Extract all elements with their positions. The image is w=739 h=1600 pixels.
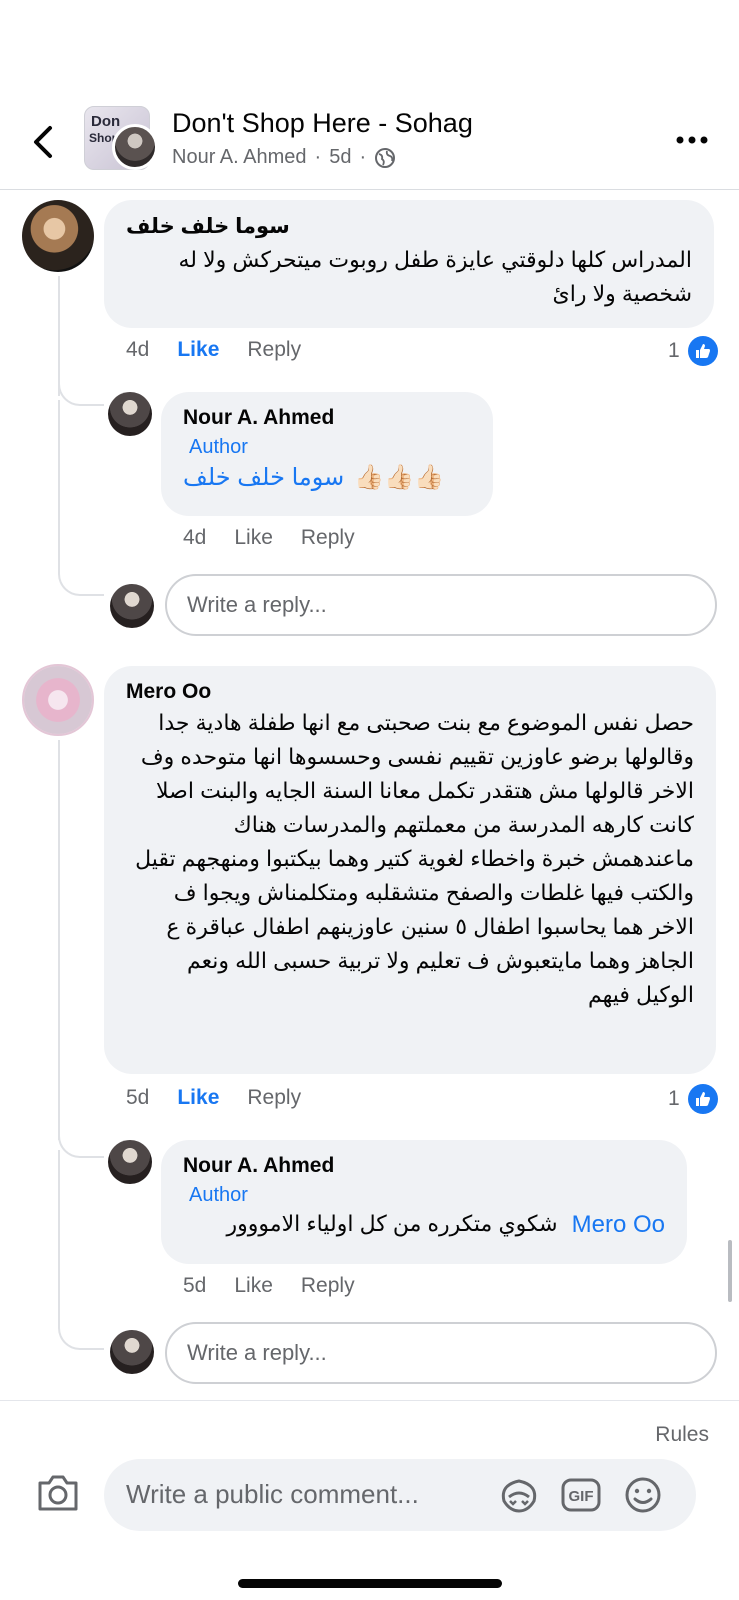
like-button[interactable]: Like <box>234 526 273 550</box>
mention-link[interactable]: سوما خلف خلف <box>183 463 344 492</box>
reply-author[interactable]: Nour A. Ahmed <box>183 1154 665 1178</box>
comment-time: 4d <box>126 338 150 361</box>
reaction-count[interactable]: 1 <box>668 1084 718 1114</box>
post-header: Don Shop Don't Shop Here - Sohag Nour A.… <box>0 0 739 190</box>
gif-label: GIF <box>569 1488 594 1505</box>
like-button[interactable]: Like <box>234 1274 273 1298</box>
reply-text: سوما خلف خلف 👍🏻👍🏻👍🏻 <box>183 463 471 492</box>
reply-actions: 5d Like Reply <box>183 1274 383 1298</box>
reply-button[interactable]: Reply <box>247 338 301 362</box>
thread-connector <box>58 560 104 596</box>
thread-connector <box>58 1110 104 1158</box>
reply-emoji: 👍🏻👍🏻👍🏻 <box>354 464 444 491</box>
back-chevron-icon[interactable] <box>28 122 58 162</box>
reply-text: Mero Oo شكوي متكرره من كل اولياء الامووو… <box>183 1211 665 1239</box>
current-user-avatar <box>110 584 154 628</box>
author-badge: Author <box>189 436 248 458</box>
commenter-avatar[interactable] <box>22 200 94 272</box>
reply-button[interactable]: Reply <box>247 1086 301 1110</box>
post-time: 5d <box>329 146 352 168</box>
globe-icon <box>375 147 396 168</box>
reply-author[interactable]: Nour A. Ahmed <box>183 406 471 430</box>
comment-text: حصل نفس الموضوع مع بنت صحبتى مع انها طفل… <box>135 710 694 1007</box>
comment-time: 5d <box>126 1086 150 1109</box>
like-reaction-icon <box>687 1084 718 1114</box>
comment-author[interactable]: سوما خلف خلف <box>126 214 692 239</box>
reply-avatar[interactable] <box>108 392 152 436</box>
scrollbar[interactable] <box>728 1240 732 1302</box>
reply-time: 4d <box>183 526 207 549</box>
reply-button[interactable]: Reply <box>301 526 355 550</box>
post-meta: Nour A. Ahmed · 5d · <box>172 146 396 169</box>
thread-line <box>58 400 60 570</box>
emoji-icon[interactable] <box>622 1475 664 1515</box>
comment-bubble[interactable]: Mero Oo حصل نفس الموضوع مع بنت صحبتى مع … <box>104 666 716 1074</box>
reply-bubble[interactable]: Nour A. Ahmed Author Mero Oo شكوي متكرره… <box>161 1140 687 1264</box>
comment-bubble[interactable]: سوما خلف خلف المدراس كلها دلوقتي عايزة ط… <box>104 200 714 328</box>
separator-dot: · <box>314 146 322 168</box>
poster-name[interactable]: Nour A. Ahmed <box>172 146 307 169</box>
write-reply-input[interactable]: Write a reply... <box>165 574 717 636</box>
reaction-number: 1 <box>668 1087 680 1110</box>
more-icon[interactable] <box>675 130 709 150</box>
thread-connector <box>58 360 104 406</box>
comment-actions: 5d Like Reply <box>126 1086 329 1110</box>
thread-connector <box>58 1310 104 1350</box>
reply-bubble[interactable]: Nour A. Ahmed Author سوما خلف خلف 👍🏻👍🏻👍🏻 <box>161 392 493 516</box>
thumb-text: Don <box>91 113 121 130</box>
comment-input[interactable]: Write a public comment... GIF <box>104 1459 696 1531</box>
like-button[interactable]: Like <box>177 1086 219 1110</box>
group-title[interactable]: Don't Shop Here - Sohag <box>172 108 473 139</box>
rules-link[interactable]: Rules <box>655 1423 709 1447</box>
mention-link[interactable]: Mero Oo <box>572 1211 665 1239</box>
separator-dot: · <box>359 146 367 168</box>
reply-time: 5d <box>183 1274 207 1297</box>
like-reaction-icon <box>687 336 718 366</box>
reply-button[interactable]: Reply <box>301 1274 355 1298</box>
current-user-avatar <box>110 1330 154 1374</box>
avatar-sticker-icon[interactable] <box>498 1475 540 1515</box>
gif-icon[interactable]: GIF <box>560 1475 602 1515</box>
comment-placeholder: Write a public comment... <box>126 1479 419 1509</box>
comment-text: المدراس كلها دلوقتي عايزة طفل روبوت ميتح… <box>178 247 693 306</box>
thread-line <box>58 1150 60 1320</box>
reply-body: شكوي متكرره من كل اولياء الامووور <box>226 1211 558 1236</box>
write-reply-input[interactable]: Write a reply... <box>165 1322 717 1384</box>
thread-line <box>58 740 60 1140</box>
commenter-avatar[interactable] <box>22 664 94 736</box>
reaction-number: 1 <box>668 339 680 362</box>
author-badge: Author <box>189 1184 248 1206</box>
home-indicator <box>238 1579 502 1588</box>
comment-composer-bar: Rules Write a public comment... GIF <box>0 1400 739 1600</box>
reaction-count[interactable]: 1 <box>668 336 718 366</box>
reply-actions: 4d Like Reply <box>183 526 383 550</box>
comment-author[interactable]: Mero Oo <box>126 680 694 704</box>
comment-actions: 4d Like Reply <box>126 338 329 362</box>
like-button[interactable]: Like <box>177 338 219 362</box>
camera-icon[interactable] <box>36 1473 80 1513</box>
poster-avatar[interactable] <box>112 124 158 170</box>
reply-avatar[interactable] <box>108 1140 152 1184</box>
